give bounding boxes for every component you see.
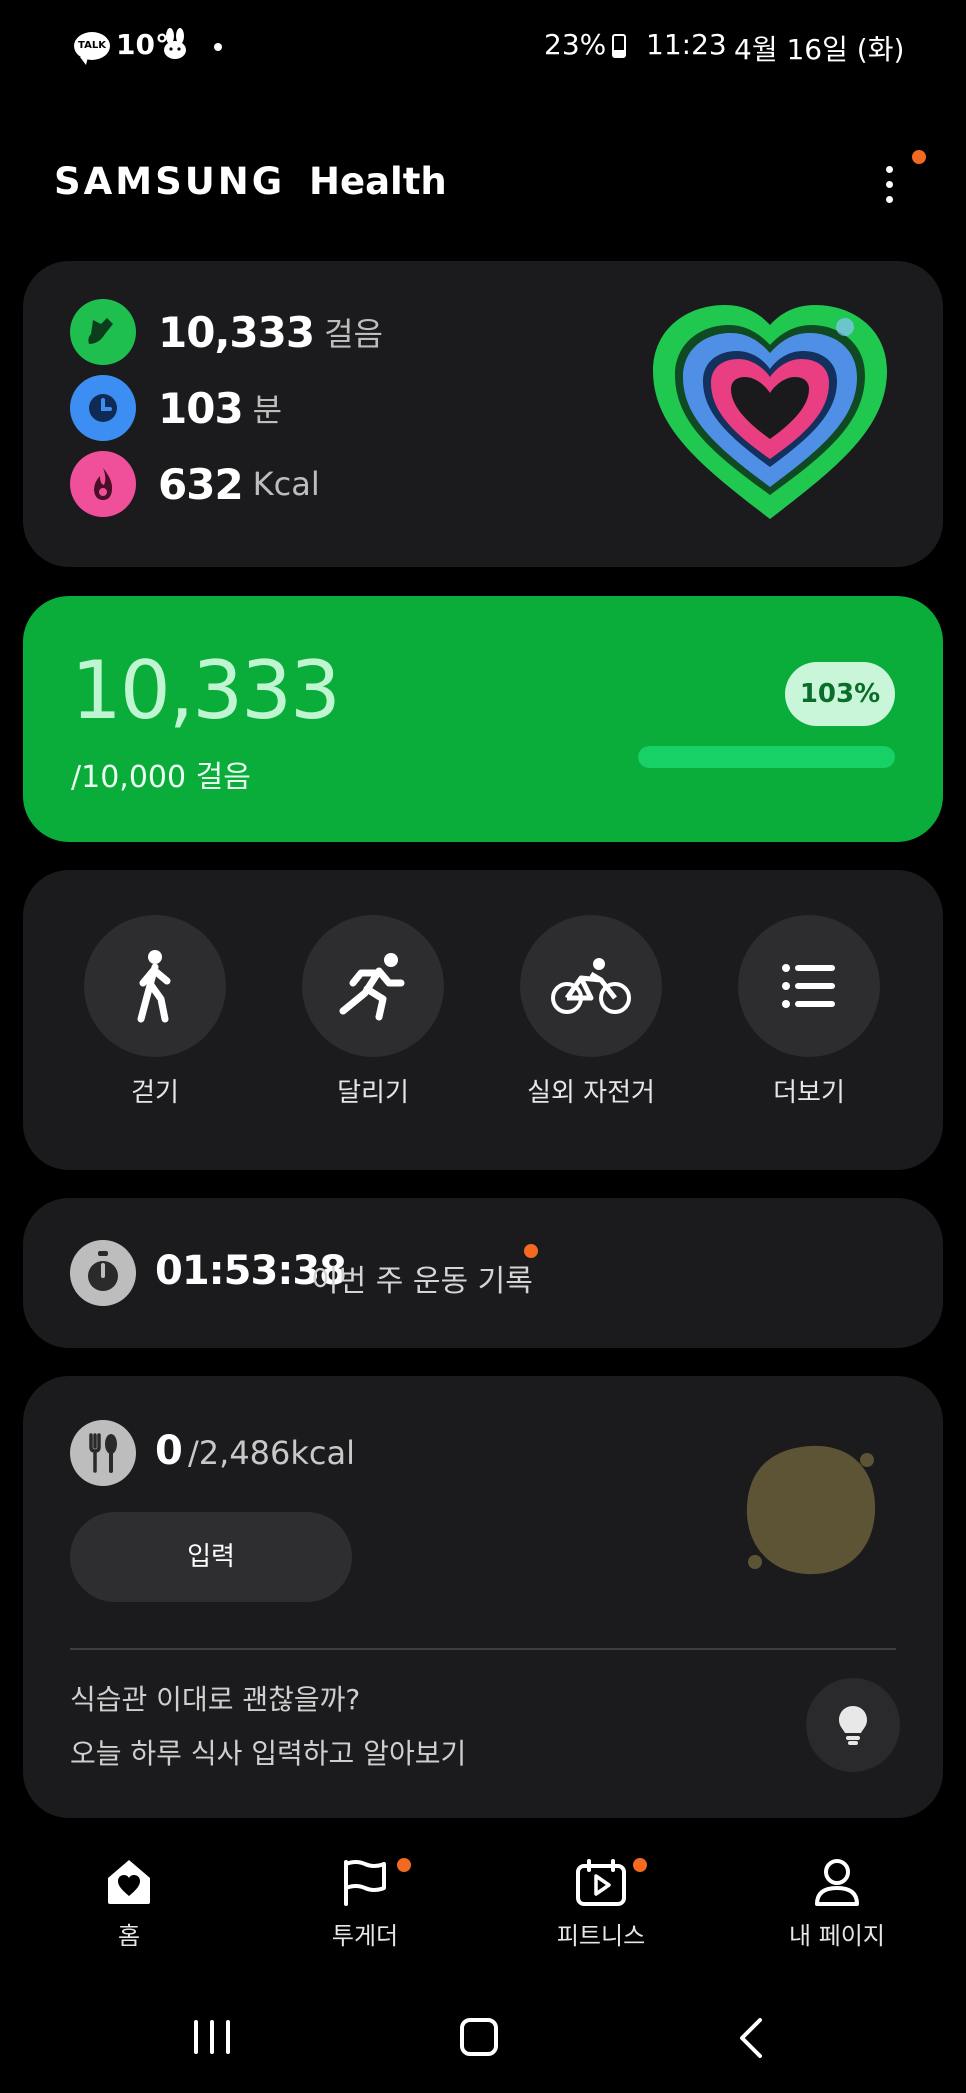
food-input-button[interactable]: 입력	[70, 1512, 352, 1602]
nav-home-label: 홈	[117, 1922, 141, 1950]
stopwatch-icon	[70, 1240, 136, 1306]
minutes-value: 103	[158, 383, 244, 433]
clock: 11:23	[646, 28, 727, 61]
battery-icon	[612, 34, 626, 58]
nav-together-label: 투게더	[331, 1922, 399, 1950]
bicycle-icon	[551, 958, 631, 1014]
minutes-row: 103 분	[70, 375, 282, 441]
more-options-button[interactable]	[872, 160, 908, 208]
shoe-icon	[70, 299, 136, 365]
nav-together[interactable]: 투게더	[265, 1858, 465, 1951]
walking-button[interactable]	[84, 915, 226, 1057]
calendar-play-icon	[576, 1859, 626, 1906]
nav-my-page[interactable]: 내 페이지	[737, 1858, 937, 1951]
tip-lightbulb-button[interactable]	[806, 1678, 900, 1772]
nav-fitness-badge-dot	[633, 1858, 647, 1872]
date: 4월 16일 (화)	[734, 33, 905, 66]
menu-badge-dot	[912, 150, 926, 164]
steps-progress-fill	[638, 746, 895, 768]
steps-value: 10,333	[158, 307, 315, 357]
more-label: 더보기	[773, 1078, 845, 1108]
brand-samsung: SAMSUNG	[54, 160, 286, 203]
brand-health: Health	[309, 160, 447, 203]
clock-icon	[70, 375, 136, 441]
walking-label: 걷기	[131, 1078, 179, 1108]
steps-unit: 걸음	[324, 315, 383, 353]
person-icon	[815, 1859, 859, 1906]
kcal-row: 632 Kcal	[70, 451, 320, 517]
list-icon	[782, 964, 835, 1008]
food-card: 0 /2,486kcal 입력 식습관 이대로 괜찮을까? 오늘 하루 식사 입…	[23, 1376, 943, 1818]
running-icon	[339, 953, 405, 1021]
activity-rings-heart	[653, 305, 887, 519]
food-divider	[70, 1648, 896, 1650]
lightbulb-icon	[839, 1706, 867, 1745]
steps-progress-track	[638, 746, 895, 768]
status-bar: TALK 10° 23% 11:23 4월 16일 (화)	[0, 26, 966, 70]
nav-my-page-label: 내 페이지	[789, 1922, 885, 1950]
lemon-icon	[746, 1445, 876, 1575]
running-label: 달리기	[337, 1078, 409, 1108]
home-button[interactable]	[460, 2018, 498, 2056]
home-heart-icon	[108, 1860, 150, 1904]
steps-goal: /10,000 걸음	[71, 760, 251, 795]
battery-percent: 23%	[544, 28, 607, 61]
flag-icon	[344, 1860, 386, 1906]
recent-apps-button[interactable]	[192, 2020, 232, 2054]
steps-count: 10,333	[71, 644, 341, 737]
nav-fitness[interactable]: 피트니스	[501, 1858, 701, 1951]
nav-together-badge-dot	[397, 1858, 411, 1872]
minutes-unit: 분	[252, 391, 283, 429]
steps-goal-card[interactable]: 10,333 /10,000 걸음 103%	[23, 596, 943, 842]
weekly-workout-card[interactable]: 01:53:38 이번 주 운동 기록	[23, 1198, 943, 1348]
steps-percent-badge: 103%	[785, 662, 895, 726]
kcal-value: 632	[158, 459, 244, 509]
kcal-unit: Kcal	[252, 465, 320, 503]
nav-fitness-label: 피트니스	[556, 1922, 646, 1950]
running-button[interactable]	[302, 915, 444, 1057]
app-title: SAMSUNG Health	[54, 160, 447, 203]
food-tip-line1: 식습관 이대로 괜찮을까?	[70, 1683, 361, 1716]
kakaotalk-icon: TALK	[74, 32, 110, 65]
rabbit-icon	[164, 28, 186, 59]
more-workouts-button[interactable]	[738, 915, 880, 1057]
flame-icon	[70, 451, 136, 517]
nav-home[interactable]: 홈	[29, 1858, 229, 1951]
food-tip-line2: 오늘 하루 식사 입력하고 알아보기	[70, 1737, 467, 1770]
notification-dot	[214, 43, 222, 51]
outdoor-cycling-button[interactable]	[520, 915, 662, 1057]
back-button[interactable]	[736, 2016, 766, 2060]
food-kcal-value: 0	[155, 1428, 183, 1474]
activity-summary-card[interactable]: 10,333 걸음 103 분 632 Kcal	[23, 261, 943, 567]
outdoor-cycling-label: 실외 자전거	[527, 1078, 655, 1108]
fork-spoon-icon	[70, 1420, 136, 1486]
steps-row: 10,333 걸음	[70, 299, 383, 365]
food-kcal-target: /2,486kcal	[188, 1434, 356, 1472]
workout-badge-dot	[524, 1244, 538, 1258]
workout-label: 이번 주 운동 기록	[311, 1264, 533, 1299]
walking-icon	[137, 950, 171, 1023]
